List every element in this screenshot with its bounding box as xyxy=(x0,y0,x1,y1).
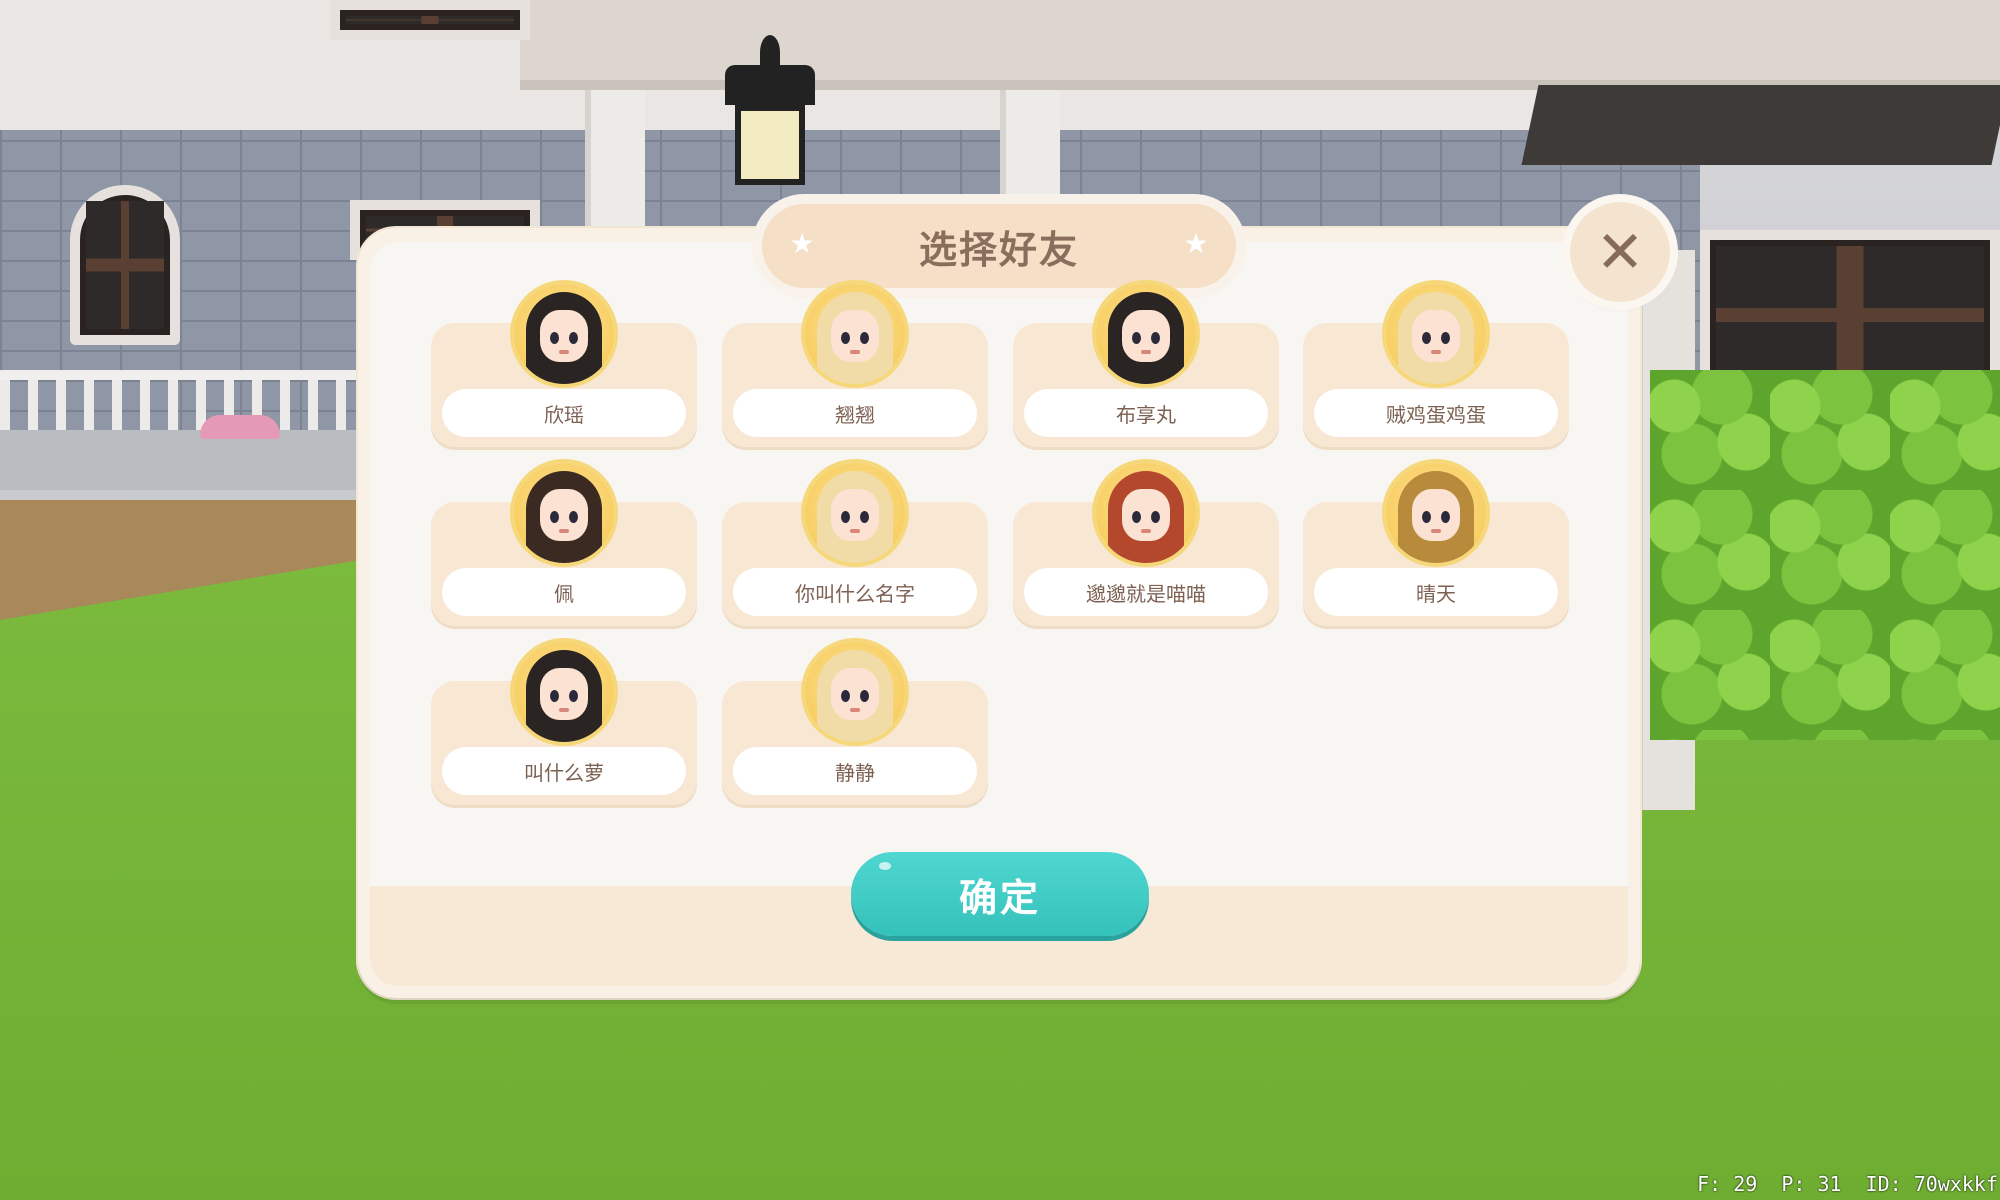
avatar-eye xyxy=(841,332,850,344)
friend-name: 布享丸 xyxy=(1024,389,1268,437)
avatar-eye xyxy=(860,690,869,702)
friend-avatar xyxy=(514,463,614,563)
avatar-eye xyxy=(1422,511,1431,523)
friend-name: 静静 xyxy=(733,747,977,795)
friend-avatar xyxy=(1386,284,1486,384)
window xyxy=(330,0,530,40)
avatar-face xyxy=(1412,310,1460,362)
avatar-face xyxy=(1412,489,1460,541)
avatar-eye xyxy=(550,511,559,523)
avatar-eye xyxy=(1441,511,1450,523)
ping-readout: P: 31 xyxy=(1781,1172,1842,1196)
close-icon: ✕ xyxy=(1595,218,1645,286)
avatar-mouth xyxy=(559,708,569,712)
avatar-face xyxy=(831,668,879,720)
avatar-face xyxy=(540,310,588,362)
star-icon: ★ xyxy=(789,227,815,260)
player-id: ID: 70wxkkf xyxy=(1865,1172,1998,1196)
friend-avatar xyxy=(514,642,614,742)
avatar-eye xyxy=(1441,332,1450,344)
avatar-eye xyxy=(1151,511,1160,523)
avatar-face xyxy=(1122,489,1170,541)
lamp xyxy=(700,20,840,190)
porch-column xyxy=(585,90,645,230)
friend-name: 晴天 xyxy=(1314,568,1558,616)
friend-avatar xyxy=(1386,463,1486,563)
avatar-eye xyxy=(550,332,559,344)
friend-avatar xyxy=(805,284,905,384)
friend-avatar xyxy=(1096,463,1196,563)
avatar-eye xyxy=(1151,332,1160,344)
avatar-mouth xyxy=(850,529,860,533)
avatar-eye xyxy=(1422,332,1431,344)
avatar-mouth xyxy=(559,529,569,533)
friend-avatar xyxy=(805,642,905,742)
debug-overlay: F: 29 P: 31 ID: 70wxkkf xyxy=(1697,1172,1998,1196)
avatar-eye xyxy=(569,332,578,344)
arched-window xyxy=(70,185,180,345)
dialog-title: 选择好友 xyxy=(918,227,1079,272)
avatar-eye xyxy=(569,511,578,523)
friend-name: 贼鸡蛋鸡蛋 xyxy=(1314,389,1558,437)
avatar-eye xyxy=(841,511,850,523)
avatar-face xyxy=(1122,310,1170,362)
avatar-mouth xyxy=(1141,350,1151,354)
avatar-eye xyxy=(1132,511,1141,523)
avatar-face xyxy=(540,668,588,720)
side-roof xyxy=(1521,85,2000,165)
star-icon: ★ xyxy=(1183,227,1209,260)
friend-avatar xyxy=(514,284,614,384)
balcony-railing xyxy=(0,370,360,430)
avatar-face xyxy=(831,489,879,541)
friend-name: 翘翘 xyxy=(733,389,977,437)
avatar-mouth xyxy=(850,708,860,712)
avatar-eye xyxy=(841,690,850,702)
friend-name: 佩 xyxy=(442,568,686,616)
avatar-eye xyxy=(860,332,869,344)
friend-avatar xyxy=(805,463,905,563)
friend-name: 欣瑶 xyxy=(442,389,686,437)
avatar-eye xyxy=(569,690,578,702)
mushroom-decoration xyxy=(200,415,280,439)
avatar-mouth xyxy=(1431,529,1441,533)
avatar-face xyxy=(540,489,588,541)
avatar-mouth xyxy=(850,350,860,354)
hedge xyxy=(1650,370,2000,740)
dialog-title-banner: ★ 选择好友 ★ xyxy=(762,204,1236,288)
close-button[interactable]: ✕ xyxy=(1570,202,1670,302)
avatar-mouth xyxy=(1431,350,1441,354)
avatar-eye xyxy=(1132,332,1141,344)
avatar-eye xyxy=(550,690,559,702)
fps-readout: F: 29 xyxy=(1697,1172,1758,1196)
friend-name: 你叫什么名字 xyxy=(733,568,977,616)
avatar-face xyxy=(831,310,879,362)
confirm-button[interactable]: 确定 xyxy=(851,852,1149,936)
avatar-mouth xyxy=(559,350,569,354)
stone-wall xyxy=(0,430,360,490)
friend-name: 邈邈就是喵喵 xyxy=(1024,568,1268,616)
avatar-mouth xyxy=(1141,529,1151,533)
friend-avatar xyxy=(1096,284,1196,384)
avatar-eye xyxy=(860,511,869,523)
friend-name: 叫什么萝 xyxy=(442,747,686,795)
